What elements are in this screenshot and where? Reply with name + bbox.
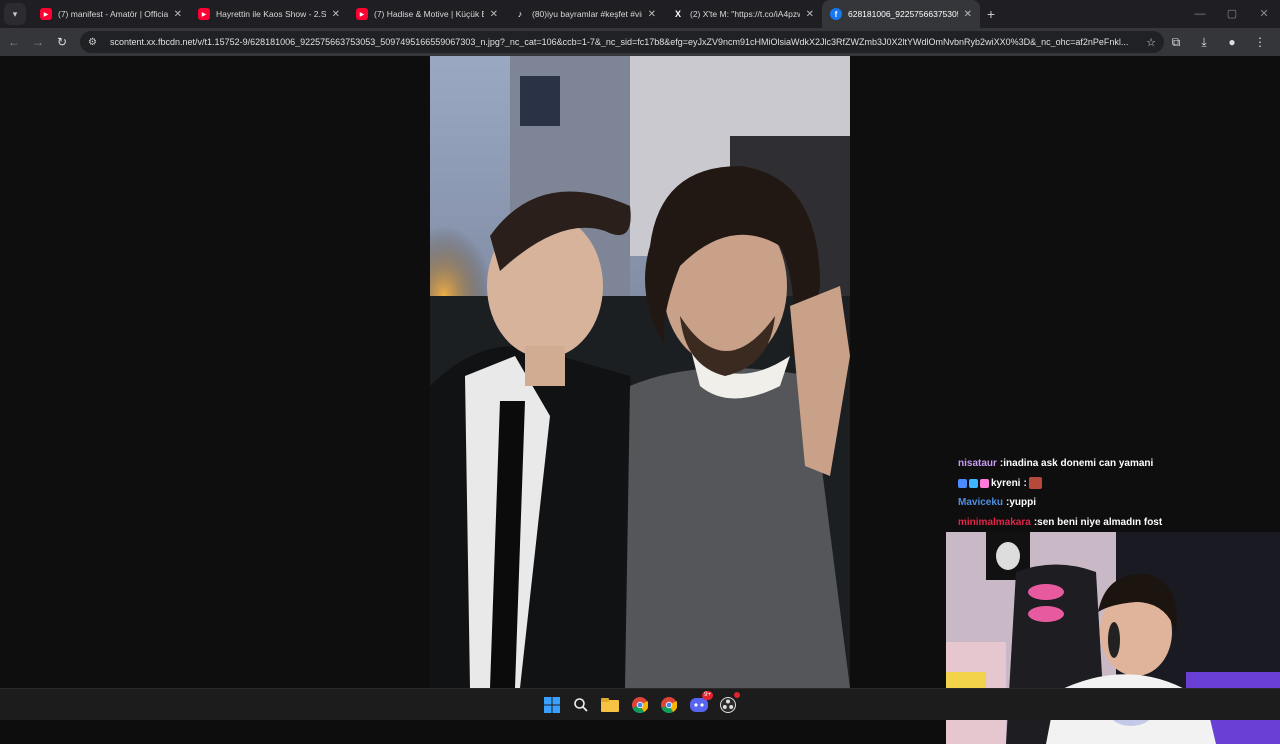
browser-tab[interactable]: ▶ Hayrettin ile Kaos Show - 2.Sez ✕ xyxy=(190,0,348,28)
x-icon: X xyxy=(674,9,681,19)
browser-tab[interactable]: ▶ (7) Hadise & Motive | Küçük Bi ✕ xyxy=(348,0,506,28)
tab-close-icon[interactable]: ✕ xyxy=(174,9,182,20)
windows-taskbar: 9+ xyxy=(0,688,1280,720)
chat-message: Maviceku: yuppi xyxy=(958,493,1268,513)
back-button[interactable]: ← xyxy=(2,35,26,49)
window-controls: — ▢ ✕ xyxy=(1184,0,1280,28)
chat-badge-icon xyxy=(958,478,967,488)
tab-close-icon[interactable]: ✕ xyxy=(332,9,340,20)
browser-tab[interactable]: ▶ (7) manifest - Amatör | Official ✕ xyxy=(32,0,190,28)
tab-search-button[interactable]: ▾ xyxy=(4,3,26,25)
forward-button[interactable]: → xyxy=(26,35,50,49)
chat-badge-icon xyxy=(969,478,978,488)
viewed-image[interactable] xyxy=(430,56,850,688)
tab-close-icon[interactable]: ✕ xyxy=(806,9,814,20)
browser-tab[interactable]: X (2) X'te M: "https://t.co/iA4pzw ✕ xyxy=(664,0,822,28)
chat-text: inadina ask donemi can yamani xyxy=(1003,458,1154,469)
windows-start-icon[interactable] xyxy=(542,695,562,715)
chrome-icon[interactable] xyxy=(630,695,650,715)
tab-title: 628181006_922575663753053 xyxy=(848,9,958,19)
tab-title: Hayrettin ile Kaos Show - 2.Sez xyxy=(216,9,326,19)
bookmark-star-icon[interactable]: ☆ xyxy=(1140,36,1156,49)
file-explorer-icon[interactable] xyxy=(600,695,620,715)
page-content: nisataur: inadina ask donemi can yamani k… xyxy=(0,56,1280,744)
tiktok-icon: ♪ xyxy=(517,9,523,19)
chrome-icon[interactable] xyxy=(659,695,679,715)
browser-toolbar: ← → ↻ ⚙ scontent.xx.fbcdn.net/v/t1.15752… xyxy=(0,28,1280,56)
chat-username: nisataur xyxy=(958,458,997,469)
obs-icon[interactable] xyxy=(718,692,740,715)
discord-notification-badge: 9+ xyxy=(702,691,713,700)
tab-close-icon[interactable]: ✕ xyxy=(490,9,498,20)
chat-message: minimalmakara: sen beni niye almadın fos… xyxy=(958,513,1268,533)
chat-overlay: nisataur: inadina ask donemi can yamani k… xyxy=(958,454,1268,532)
chat-text: sen beni niye almadın fost xyxy=(1037,516,1163,528)
search-icon[interactable] xyxy=(571,695,591,715)
address-bar[interactable]: ⚙ scontent.xx.fbcdn.net/v/t1.15752-9/628… xyxy=(80,31,1164,53)
tab-title: (80)iyu bayramlar #keşfet #vine xyxy=(532,9,642,19)
tab-close-icon[interactable]: ✕ xyxy=(648,9,656,20)
chat-message: kyreni: xyxy=(958,474,1268,494)
site-info-icon[interactable]: ⚙ xyxy=(88,37,104,48)
new-tab-button[interactable]: + xyxy=(980,6,1002,22)
tab-title: (7) manifest - Amatör | Official xyxy=(58,9,168,19)
extensions-icon[interactable]: ⧉ xyxy=(1162,35,1190,50)
recording-dot-icon xyxy=(734,692,740,698)
tab-title: (7) Hadise & Motive | Küçük Bi xyxy=(374,9,484,19)
chat-badge-icon xyxy=(980,478,989,488)
browser-tab[interactable]: ♪ (80)iyu bayramlar #keşfet #vine ✕ xyxy=(506,0,664,28)
reload-button[interactable]: ↻ xyxy=(50,35,74,49)
browser-tab[interactable]: f 628181006_922575663753053 ✕ xyxy=(822,0,980,28)
chat-message: nisataur: inadina ask donemi can yamani xyxy=(958,454,1268,474)
chat-username: minimalmakara xyxy=(958,516,1031,528)
tab-close-icon[interactable]: ✕ xyxy=(964,9,972,20)
chat-separator: : xyxy=(1023,477,1027,489)
close-window-button[interactable]: ✕ xyxy=(1248,0,1280,28)
menu-icon[interactable]: ⋮ xyxy=(1246,35,1274,49)
maximize-button[interactable]: ▢ xyxy=(1216,0,1248,28)
emote-icon xyxy=(1028,477,1042,490)
chat-username: Maviceku xyxy=(958,497,1004,508)
youtube-icon: ▶ xyxy=(198,8,210,20)
url-text[interactable]: scontent.xx.fbcdn.net/v/t1.15752-9/62818… xyxy=(104,37,1140,47)
profile-avatar[interactable]: ● xyxy=(1218,35,1246,49)
youtube-icon: ▶ xyxy=(356,8,368,20)
chat-text: yuppi xyxy=(1009,497,1037,508)
youtube-icon: ▶ xyxy=(40,8,52,20)
download-icon[interactable]: ⤓ xyxy=(1190,35,1218,50)
discord-icon[interactable]: 9+ xyxy=(689,691,713,715)
chat-username: kyreni xyxy=(991,477,1021,489)
minimize-button[interactable]: — xyxy=(1184,0,1216,28)
tab-title: (2) X'te M: "https://t.co/iA4pzw xyxy=(690,9,800,19)
tab-strip: ▾ ▶ (7) manifest - Amatör | Official ✕ ▶ Hay… xyxy=(0,0,1280,28)
facebook-icon: f xyxy=(830,8,842,20)
